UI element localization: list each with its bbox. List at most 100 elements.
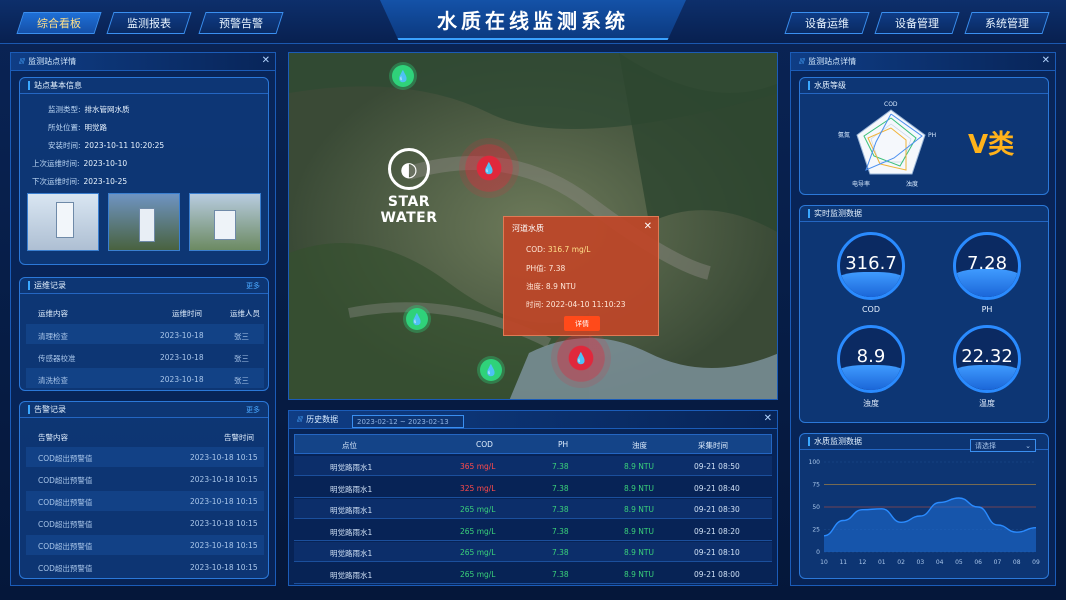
cell-site: 明觉路雨水1	[330, 506, 373, 515]
radar-axis-cod: COD	[884, 101, 898, 108]
area-fill	[824, 498, 1036, 552]
site-marker-alert[interactable]: 💧	[551, 328, 611, 388]
cell-time: 09-21 08:20	[694, 526, 740, 536]
y-tick-label: 75	[812, 482, 820, 489]
cell-ph: 7.38	[552, 483, 569, 493]
gauge-temperature: 22.32	[953, 325, 1021, 393]
popup-detail-button[interactable]: 详情	[564, 316, 600, 331]
x-tick-label: 04	[936, 559, 944, 566]
y-tick-label: 25	[812, 527, 820, 534]
x-tick-label: 06	[974, 559, 982, 566]
maintenance-more-link[interactable]: 更多	[246, 281, 260, 291]
site-marker-green[interactable]: 💧	[392, 65, 414, 87]
info-row-install: 安装时间: 2023-10-11 10:20:25	[48, 141, 165, 150]
gauge-cod: 316.7	[837, 232, 905, 300]
radar-axis-conductivity: 电导率	[852, 180, 870, 188]
cell-ph: 7.38	[552, 505, 569, 514]
close-icon[interactable]: ✕	[1042, 55, 1050, 66]
right-panel-header: ⫽⫽ 监测站点详情	[791, 53, 1055, 71]
cell-cod: 325 mg/L	[460, 483, 496, 493]
x-tick-label: 10	[820, 559, 828, 566]
water-grade: V类	[968, 130, 1015, 160]
y-tick-label: 50	[812, 504, 820, 511]
maint-header-person: 运维人员	[230, 309, 260, 318]
col-site: 点位	[342, 441, 357, 450]
radar-axis-ph: PH	[928, 132, 936, 139]
station-photo-2[interactable]	[108, 193, 180, 251]
x-tick-label: 08	[1013, 559, 1021, 566]
cell-cod: 365 mg/L	[460, 462, 496, 471]
maintenance-title: 运维记录	[20, 278, 268, 294]
gauge-ph: 7.28	[953, 232, 1021, 300]
cell-ph: 7.38	[552, 526, 569, 536]
gauge-label-cod: COD	[861, 305, 881, 314]
nav-system-mgmt[interactable]: 系统管理	[964, 12, 1050, 34]
site-marker-green[interactable]: 💧	[480, 359, 502, 381]
gauge-label-temperature: 温度	[979, 399, 995, 408]
site-marker-alert[interactable]: 💧	[459, 138, 519, 198]
nav-device-mgmt[interactable]: 设备管理	[874, 12, 960, 34]
alarm-header-content: 告警内容	[38, 433, 68, 442]
trend-select[interactable]: 请选择 ⌄	[970, 439, 1036, 452]
satellite-map[interactable]: 💧 💧 💧 💧 💧 ◐ STAR WATER 河道水质 ✕ COD: 316.7…	[288, 52, 778, 400]
site-marker-green[interactable]: 💧	[406, 308, 428, 330]
logo-icon: ◐	[388, 148, 430, 190]
cell-site: 明觉路雨水1	[330, 570, 373, 580]
close-icon[interactable]: ✕	[262, 55, 270, 66]
dashboard: 综合看板 监测报表 预警告警 水质在线监测系统 设备运维 设备管理 系统管理 ⫽…	[0, 0, 1066, 600]
nav-alarms[interactable]: 预警告警	[198, 12, 284, 34]
nav-maintenance[interactable]: 设备运维	[784, 12, 870, 34]
cell-ph: 7.38	[552, 462, 569, 471]
cell-time: 09-21 08:40	[694, 483, 740, 493]
grade-title: 水质等级	[800, 78, 1048, 94]
trend-chart: 0 25 50 75 100 10 11 12 01 02 03 04 05 06 07 08 09	[809, 459, 1040, 566]
x-tick-label: 05	[955, 559, 963, 566]
popup-row-ph: PH值: 7.38	[526, 264, 566, 273]
x-tick-label: 09	[1032, 559, 1040, 566]
close-icon[interactable]: ✕	[644, 221, 652, 232]
realtime-title: 实时监测数据	[800, 206, 1048, 222]
maint-header-time: 运维时间	[172, 309, 202, 318]
info-row-next-maint: 下次运维时间: 2023-10-25	[32, 177, 128, 186]
stripes-icon: ⫽⫽	[19, 56, 25, 66]
x-tick-label: 03	[917, 559, 925, 566]
cell-cod: 265 mg/L	[460, 526, 496, 536]
cell-turb: 8.9 NTU	[624, 462, 654, 471]
app-title: 水质在线监测系统	[380, 0, 686, 40]
cell-time: 09-21 08:50	[694, 462, 740, 471]
station-photo-3[interactable]	[189, 193, 261, 251]
gauge-fill	[840, 365, 902, 390]
info-row-type: 监测类型: 排水管网水质	[48, 105, 130, 114]
nav-reports[interactable]: 监测报表	[106, 12, 192, 34]
alarm-header-time: 告警时间	[224, 433, 254, 442]
x-tick-label: 01	[878, 559, 886, 566]
gauge-fill	[840, 272, 902, 297]
cell-cod: 265 mg/L	[460, 505, 496, 514]
nav-overview[interactable]: 综合看板	[16, 12, 102, 34]
close-icon[interactable]: ✕	[764, 413, 772, 424]
popup-row-cod: COD: 316.7 mg/L	[526, 245, 591, 254]
cell-turb: 8.9 NTU	[624, 526, 654, 536]
date-range-picker[interactable]: 2023-02-12 ~ 2023-02-13	[352, 415, 464, 428]
cell-site: 明觉路雨水1	[330, 463, 373, 472]
col-turbidity: 浊度	[632, 441, 647, 450]
alarm-more-link[interactable]: 更多	[246, 405, 260, 415]
cell-site: 明觉路雨水1	[330, 549, 373, 558]
station-photo-1[interactable]	[27, 193, 99, 251]
radar-axis-turbidity: 浊度	[906, 180, 918, 188]
top-bar: 综合看板 监测报表 预警告警 水质在线监测系统 设备运维 设备管理 系统管理	[0, 0, 1066, 44]
cell-site: 明觉路雨水1	[330, 527, 373, 537]
cell-turb: 8.9 NTU	[624, 569, 654, 579]
x-tick-label: 07	[994, 559, 1002, 566]
col-time: 采集时间	[698, 441, 728, 450]
popup-title: 河道水质	[512, 224, 544, 233]
x-tick-label: 12	[859, 559, 867, 566]
stripes-icon: ⫽⫽	[297, 414, 303, 424]
gauge-label-turbidity: 浊度	[863, 399, 879, 408]
alarm-card: 告警记录 更多 告警内容 告警时间 COD超出预警值 2023-10-18 10…	[19, 401, 269, 579]
x-tick-label: 11	[839, 559, 847, 566]
gauge-label-ph: PH	[981, 305, 993, 314]
radar-axis-ammonia: 氨氮	[838, 131, 850, 139]
history-table: 点位 COD PH 浊度 采集时间 明觉路雨水1 365 mg/L 7.38 8.9 …	[294, 434, 772, 584]
gauge-fill	[956, 365, 1018, 390]
